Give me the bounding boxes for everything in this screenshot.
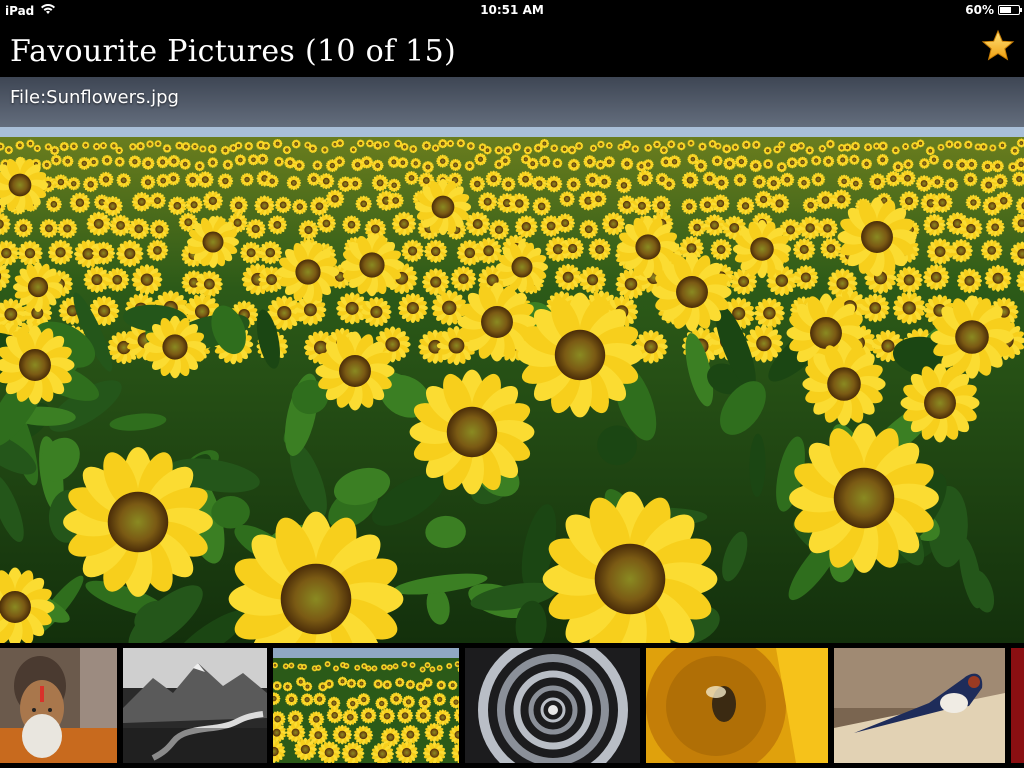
navigation-bar: Favourite Pictures (10 of 15) [0, 20, 1024, 76]
page-title: Favourite Pictures (10 of 15) [10, 34, 456, 69]
thumbnail-swallow[interactable] [834, 648, 1005, 763]
thumbnail-portrait[interactable] [0, 648, 117, 763]
thumbnail-sunflowers-selected[interactable] [273, 648, 459, 763]
main-photo[interactable] [0, 77, 1024, 643]
battery-icon [998, 5, 1022, 15]
file-caption: File:Sunflowers.jpg [10, 87, 179, 108]
sunflower-field-image [0, 77, 1024, 643]
thumbnail-mountains[interactable] [123, 648, 267, 763]
status-right: 60% [965, 3, 1022, 17]
star-icon [981, 29, 1015, 61]
favourite-button[interactable] [978, 26, 1018, 66]
thumbnail-spiral-staircase[interactable] [465, 648, 640, 763]
thumbnail-strip[interactable] [0, 643, 1024, 768]
thumbnail-bee[interactable] [646, 648, 828, 763]
thumbnail-partial[interactable] [1011, 648, 1024, 763]
battery-percent: 60% [965, 3, 994, 17]
status-bar: iPad 10:51 AM 60% [0, 0, 1024, 20]
status-time: 10:51 AM [480, 3, 544, 17]
